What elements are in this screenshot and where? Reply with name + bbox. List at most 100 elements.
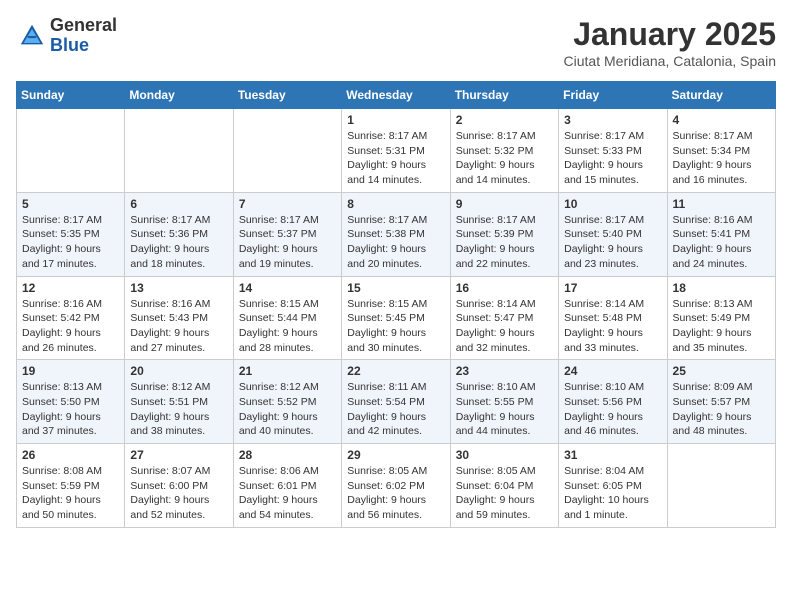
logo-blue-text: Blue — [50, 35, 89, 55]
weekday-header-sunday: Sunday — [17, 82, 125, 109]
day-number: 13 — [130, 281, 227, 295]
calendar-week-row: 26Sunrise: 8:08 AM Sunset: 5:59 PM Dayli… — [17, 444, 776, 528]
day-number: 22 — [347, 364, 444, 378]
weekday-header-friday: Friday — [559, 82, 667, 109]
day-number: 29 — [347, 448, 444, 462]
calendar-cell: 18 Sunrise: 8:13 AM Sunset: 5:49 PM Dayli… — [667, 276, 775, 360]
day-number: 28 — [239, 448, 336, 462]
day-number: 27 — [130, 448, 227, 462]
day-info: Sunrise: 8:10 AM Sunset: 5:55 PM Dayligh… — [456, 380, 553, 439]
calendar-cell: 2 Sunrise: 8:17 AM Sunset: 5:32 PM Daylig… — [450, 109, 558, 193]
day-number: 12 — [22, 281, 119, 295]
calendar-cell: 25Sunrise: 8:09 AM Sunset: 5:57 PM Dayli… — [667, 360, 775, 444]
calendar-cell: 4 Sunrise: 8:17 AM Sunset: 5:34 PM Daylig… — [667, 109, 775, 193]
day-number: 24 — [564, 364, 661, 378]
day-number: 3 — [564, 113, 661, 127]
day-info: Sunrise: 8:06 AM Sunset: 6:01 PM Dayligh… — [239, 464, 336, 523]
day-number: 6 — [130, 197, 227, 211]
day-number: 2 — [456, 113, 553, 127]
calendar-cell: 23 Sunrise: 8:10 AM Sunset: 5:55 PM Dayli… — [450, 360, 558, 444]
day-info: Sunrise: 8:17 AM Sunset: 5:38 PM Dayligh… — [347, 213, 444, 272]
day-info: Sunrise: 8:16 AM Sunset: 5:41 PM Dayligh… — [673, 213, 770, 272]
day-info: Sunrise: 8:10 AM Sunset: 5:56 PM Dayligh… — [564, 380, 661, 439]
day-number: 16 — [456, 281, 553, 295]
calendar-cell: 1Sunrise: 8:17 AM Sunset: 5:31 PM Daylig… — [342, 109, 450, 193]
calendar-cell: 3 Sunrise: 8:17 AM Sunset: 5:33 PM Daylig… — [559, 109, 667, 193]
calendar-cell: 28 Sunrise: 8:06 AM Sunset: 6:01 PM Dayli… — [233, 444, 341, 528]
day-info: Sunrise: 8:17 AM Sunset: 5:36 PM Dayligh… — [130, 213, 227, 272]
day-info: Sunrise: 8:16 AM Sunset: 5:43 PM Dayligh… — [130, 297, 227, 356]
day-info: Sunrise: 8:04 AM Sunset: 6:05 PM Dayligh… — [564, 464, 661, 523]
calendar-cell: 20 Sunrise: 8:12 AM Sunset: 5:51 PM Dayli… — [125, 360, 233, 444]
calendar-week-row: 5 Sunrise: 8:17 AM Sunset: 5:35 PM Daylig… — [17, 192, 776, 276]
weekday-header-monday: Monday — [125, 82, 233, 109]
page-header: General Blue January 2025 Ciutat Meridia… — [16, 16, 776, 69]
calendar-cell: 14 Sunrise: 8:15 AM Sunset: 5:44 PM Dayli… — [233, 276, 341, 360]
calendar-cell: 22 Sunrise: 8:11 AM Sunset: 5:54 PM Dayli… — [342, 360, 450, 444]
day-info: Sunrise: 8:16 AM Sunset: 5:42 PM Dayligh… — [22, 297, 119, 356]
day-info: Sunrise: 8:15 AM Sunset: 5:44 PM Dayligh… — [239, 297, 336, 356]
calendar-cell: 15 Sunrise: 8:15 AM Sunset: 5:45 PM Dayli… — [342, 276, 450, 360]
day-number: 23 — [456, 364, 553, 378]
calendar-cell — [667, 444, 775, 528]
calendar-cell: 16Sunrise: 8:14 AM Sunset: 5:47 PM Dayli… — [450, 276, 558, 360]
calendar-cell — [125, 109, 233, 193]
day-number: 5 — [22, 197, 119, 211]
day-info: Sunrise: 8:12 AM Sunset: 5:52 PM Dayligh… — [239, 380, 336, 439]
calendar-cell: 7 Sunrise: 8:17 AM Sunset: 5:37 PM Daylig… — [233, 192, 341, 276]
day-number: 21 — [239, 364, 336, 378]
day-info: Sunrise: 8:17 AM Sunset: 5:34 PM Dayligh… — [673, 129, 770, 188]
day-number: 18 — [673, 281, 770, 295]
calendar-cell: 24 Sunrise: 8:10 AM Sunset: 5:56 PM Dayli… — [559, 360, 667, 444]
calendar-cell — [17, 109, 125, 193]
day-info: Sunrise: 8:17 AM Sunset: 5:39 PM Dayligh… — [456, 213, 553, 272]
calendar-subtitle: Ciutat Meridiana, Catalonia, Spain — [564, 53, 776, 69]
calendar-cell: 13 Sunrise: 8:16 AM Sunset: 5:43 PM Dayli… — [125, 276, 233, 360]
day-number: 7 — [239, 197, 336, 211]
day-info: Sunrise: 8:13 AM Sunset: 5:49 PM Dayligh… — [673, 297, 770, 356]
calendar-cell: 5 Sunrise: 8:17 AM Sunset: 5:35 PM Daylig… — [17, 192, 125, 276]
day-number: 19 — [22, 364, 119, 378]
day-number: 14 — [239, 281, 336, 295]
logo: General Blue — [16, 16, 117, 56]
day-number: 11 — [673, 197, 770, 211]
day-info: Sunrise: 8:07 AM Sunset: 6:00 PM Dayligh… — [130, 464, 227, 523]
calendar-cell: 19 Sunrise: 8:13 AM Sunset: 5:50 PM Dayli… — [17, 360, 125, 444]
logo-icon — [18, 22, 46, 50]
title-area: January 2025 Ciutat Meridiana, Catalonia… — [564, 16, 776, 69]
day-info: Sunrise: 8:05 AM Sunset: 6:04 PM Dayligh… — [456, 464, 553, 523]
day-info: Sunrise: 8:17 AM Sunset: 5:32 PM Dayligh… — [456, 129, 553, 188]
day-number: 1 — [347, 113, 444, 127]
day-info: Sunrise: 8:17 AM Sunset: 5:40 PM Dayligh… — [564, 213, 661, 272]
calendar-week-row: 19 Sunrise: 8:13 AM Sunset: 5:50 PM Dayli… — [17, 360, 776, 444]
calendar-cell: 26Sunrise: 8:08 AM Sunset: 5:59 PM Dayli… — [17, 444, 125, 528]
calendar-cell: 30 Sunrise: 8:05 AM Sunset: 6:04 PM Dayli… — [450, 444, 558, 528]
day-number: 31 — [564, 448, 661, 462]
calendar-week-row: 12 Sunrise: 8:16 AM Sunset: 5:42 PM Dayli… — [17, 276, 776, 360]
calendar-cell — [233, 109, 341, 193]
day-number: 10 — [564, 197, 661, 211]
logo-general-text: General — [50, 15, 117, 35]
calendar-cell: 17Sunrise: 8:14 AM Sunset: 5:48 PM Dayli… — [559, 276, 667, 360]
day-info: Sunrise: 8:17 AM Sunset: 5:33 PM Dayligh… — [564, 129, 661, 188]
day-info: Sunrise: 8:13 AM Sunset: 5:50 PM Dayligh… — [22, 380, 119, 439]
weekday-header-row: SundayMondayTuesdayWednesdayThursdayFrid… — [17, 82, 776, 109]
day-info: Sunrise: 8:09 AM Sunset: 5:57 PM Dayligh… — [673, 380, 770, 439]
calendar-title: January 2025 — [564, 16, 776, 53]
day-number: 20 — [130, 364, 227, 378]
day-info: Sunrise: 8:08 AM Sunset: 5:59 PM Dayligh… — [22, 464, 119, 523]
day-info: Sunrise: 8:12 AM Sunset: 5:51 PM Dayligh… — [130, 380, 227, 439]
day-info: Sunrise: 8:05 AM Sunset: 6:02 PM Dayligh… — [347, 464, 444, 523]
day-number: 4 — [673, 113, 770, 127]
weekday-header-saturday: Saturday — [667, 82, 775, 109]
day-info: Sunrise: 8:15 AM Sunset: 5:45 PM Dayligh… — [347, 297, 444, 356]
calendar-cell: 6 Sunrise: 8:17 AM Sunset: 5:36 PM Daylig… — [125, 192, 233, 276]
calendar-cell: 8Sunrise: 8:17 AM Sunset: 5:38 PM Daylig… — [342, 192, 450, 276]
day-info: Sunrise: 8:11 AM Sunset: 5:54 PM Dayligh… — [347, 380, 444, 439]
day-number: 30 — [456, 448, 553, 462]
calendar-table: SundayMondayTuesdayWednesdayThursdayFrid… — [16, 81, 776, 528]
calendar-cell: 29 Sunrise: 8:05 AM Sunset: 6:02 PM Dayli… — [342, 444, 450, 528]
day-number: 15 — [347, 281, 444, 295]
day-info: Sunrise: 8:17 AM Sunset: 5:35 PM Dayligh… — [22, 213, 119, 272]
day-info: Sunrise: 8:17 AM Sunset: 5:37 PM Dayligh… — [239, 213, 336, 272]
